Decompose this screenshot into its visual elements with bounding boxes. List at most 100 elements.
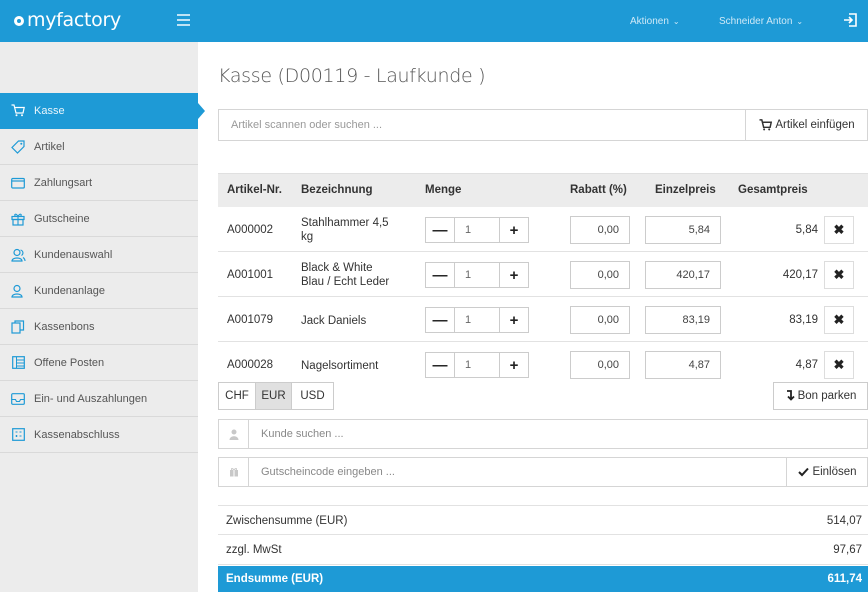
article-name: Nagelsortiment [301,360,379,372]
table-header: Artikel-Nr. Bezeichnung Menge Rabatt (%)… [218,173,868,207]
increase-quantity-button[interactable]: + [500,263,528,287]
article-number: A001001 [227,269,274,281]
chevron-down-icon: ⌄ [672,17,680,26]
sidebar-item-gutscheine[interactable]: Gutscheine [0,201,198,237]
actions-menu-label: Aktionen [630,16,669,27]
increase-quantity-button[interactable]: + [500,353,528,377]
decrease-quantity-button[interactable]: — [426,263,454,287]
quantity-input[interactable]: 1 [454,353,500,377]
tax-value: 97,67 [833,544,862,556]
column-header-art: Artikel-Nr. [227,184,282,196]
quantity-stepper: — 1 + [425,217,529,243]
cart-icon [759,119,773,131]
discount-input[interactable]: 0,00 [570,351,630,379]
subtotal-row: Zwischensumme (EUR) 514,07 [218,505,868,535]
sidebar-item-kassenbons[interactable]: Kassenbons [0,309,198,345]
wallet-icon [10,175,26,191]
unit-price-input[interactable]: 83,19 [645,306,721,334]
user-menu[interactable]: Schneider Anton ⌄ [719,16,803,27]
sidebar-item-label: Kundenauswahl [34,248,113,261]
menu-toggle-icon[interactable] [177,14,190,26]
sidebar-item-zahlungsart[interactable]: Zahlungsart [0,165,198,201]
remove-row-button[interactable]: ✖ [824,306,854,334]
sidebar-item-label: Gutscheine [34,212,90,225]
unit-price-input[interactable]: 5,84 [645,216,721,244]
top-bar: myfactory Aktionen ⌄ Schneider Anton ⌄ [0,0,868,42]
gift-icon [10,211,26,227]
total-price: 4,87 [795,359,818,371]
discount-input[interactable]: 0,00 [570,216,630,244]
sidebar-item-kundenanlage[interactable]: Kundenanlage [0,273,198,309]
redeem-button[interactable]: Einlösen [786,458,868,486]
currency-selector: CHF EUR USD [218,382,334,410]
park-receipt-button[interactable]: Bon parken [773,382,868,410]
customer-search-bar [218,419,868,449]
sidebar-item-offene-posten[interactable]: Offene Posten [0,345,198,381]
table-row: A000028 Nagelsortiment — 1 + 0,00 4,87 4… [218,342,868,387]
inbox-icon [10,391,26,407]
sidebar-item-label: Kasse [34,104,65,117]
voucher-bar: Einlösen [218,457,868,487]
decrease-quantity-button[interactable]: — [426,308,454,332]
article-search-input[interactable] [219,110,745,140]
increase-quantity-button[interactable]: + [500,218,528,242]
currency-usd-button[interactable]: USD [291,383,333,409]
sidebar-item-kassenabschluss[interactable]: Kassenabschluss [0,417,198,453]
table-row: A000002 Stahlhammer 4,5 kg — 1 + 0,00 5,… [218,207,868,252]
logo-mark [14,16,24,26]
check-icon [798,467,810,477]
remove-row-button[interactable]: ✖ [824,351,854,379]
sidebar-item-kasse[interactable]: Kasse [0,93,205,129]
subtotal-label: Zwischensumme (EUR) [226,515,348,527]
actions-menu[interactable]: Aktionen ⌄ [630,16,680,27]
increase-quantity-button[interactable]: + [500,308,528,332]
sidebar-item-label: Kundenanlage [34,284,105,297]
currency-chf-button[interactable]: CHF [219,383,255,409]
customer-search-input[interactable] [261,420,761,448]
quantity-stepper: — 1 + [425,307,529,333]
decrease-quantity-button[interactable]: — [426,218,454,242]
user-menu-label: Schneider Anton [719,16,793,27]
total-price: 5,84 [795,224,818,236]
unit-price-input[interactable]: 420,17 [645,261,721,289]
sidebar-item-label: Kassenabschluss [34,428,120,441]
article-number: A000002 [227,224,274,236]
quantity-input[interactable]: 1 [454,263,500,287]
sidebar-item-artikel[interactable]: Artikel [0,129,198,165]
unit-price-input[interactable]: 4,87 [645,351,721,379]
quantity-input[interactable]: 1 [454,308,500,332]
table-row: A001001 Black & White Blau / Echt Leder … [218,252,868,297]
article-search-bar: Artikel einfügen [218,109,868,141]
voucher-code-input[interactable] [261,458,761,486]
quantity-stepper: — 1 + [425,352,529,378]
tax-row: zzgl. MwSt 97,67 [218,535,868,565]
total-price: 420,17 [782,269,818,281]
discount-input[interactable]: 0,00 [570,306,630,334]
sidebar-item-label: Ein- und Auszahlungen [34,392,148,405]
remove-row-button[interactable]: ✖ [824,261,854,289]
total-label: Endsumme (EUR) [226,573,324,585]
currency-eur-button[interactable]: EUR [255,383,291,409]
insert-article-label: Artikel einfügen [775,119,855,131]
logout-icon[interactable] [843,12,859,28]
remove-row-button[interactable]: ✖ [824,216,854,244]
insert-article-button[interactable]: Artikel einfügen [745,110,868,140]
chevron-down-icon: ⌄ [796,17,804,26]
quantity-input[interactable]: 1 [454,218,500,242]
receipts-icon [10,319,26,335]
column-header-einzelpreis: Einzelpreis [655,184,716,196]
article-number: A000028 [227,359,274,371]
discount-input[interactable]: 0,00 [570,261,630,289]
logo-text: myfactory [27,9,121,31]
sidebar: Kasse Artikel Zahlungsart Gutscheine Kun… [0,42,205,592]
sidebar-item-ein-auszahlungen[interactable]: Ein- und Auszahlungen [0,381,198,417]
sidebar-item-kundenauswahl[interactable]: Kundenauswahl [0,237,198,273]
quantity-stepper: — 1 + [425,262,529,288]
decrease-quantity-button[interactable]: — [426,353,454,377]
sidebar-item-label: Artikel [34,140,65,153]
subtotal-value: 514,07 [826,515,862,527]
column-header-rabatt: Rabatt (%) [570,184,627,196]
cart-icon [10,103,26,119]
list-icon [10,355,26,371]
app-logo[interactable]: myfactory [14,9,121,31]
